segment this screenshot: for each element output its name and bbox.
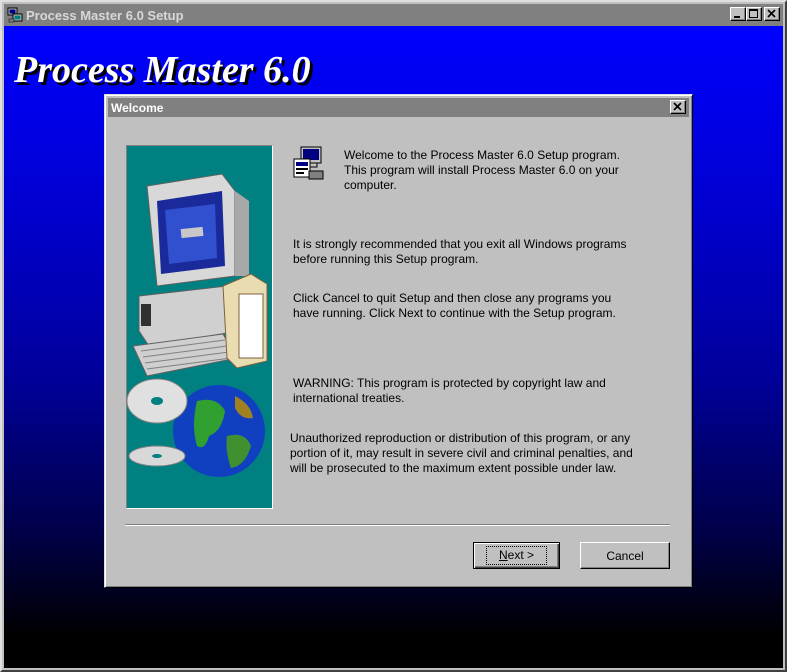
dialog-titlebar[interactable]: Welcome (108, 98, 689, 117)
next-button-label: Next > (485, 546, 548, 565)
setup-computer-icon[interactable] (7, 7, 23, 23)
minimize-icon (734, 16, 740, 18)
divider (125, 524, 670, 526)
computer-and-globe-illustration (126, 145, 273, 509)
setup-program-icon (291, 145, 325, 181)
dialog-title: Welcome (111, 100, 164, 115)
legal-text: Unauthorized reproduction or distributio… (290, 431, 633, 475)
minimize-button[interactable] (730, 7, 746, 21)
next-button[interactable]: Next > (473, 542, 560, 569)
maximize-button[interactable] (746, 7, 762, 21)
window-controls (730, 7, 780, 21)
welcome-dialog: Welcome Welcome to the Process Master 6.… (104, 94, 693, 588)
warning-text: WARNING: This program is protected by co… (293, 376, 606, 405)
monitor-illustration (146, 173, 249, 287)
window-titlebar[interactable]: Process Master 6.0 Setup (4, 4, 783, 26)
setup-heading: Process Master 6.0 (14, 49, 311, 91)
recommend-text: It is strongly recommended that you exit… (293, 237, 627, 266)
dialog-close-button[interactable] (670, 100, 686, 114)
window-title: Process Master 6.0 Setup (26, 7, 184, 23)
cancel-button[interactable]: Cancel (580, 542, 670, 569)
setup-window: Process Master 6.0 Setup Process Master (0, 0, 787, 672)
cancel-info-text: Click Cancel to quit Setup and then clos… (293, 291, 616, 320)
close-icon (767, 9, 776, 18)
close-button[interactable] (764, 7, 780, 21)
welcome-text: Welcome to the Process Master 6.0 Setup … (344, 148, 620, 192)
maximize-icon (749, 9, 758, 18)
close-icon (673, 102, 682, 111)
